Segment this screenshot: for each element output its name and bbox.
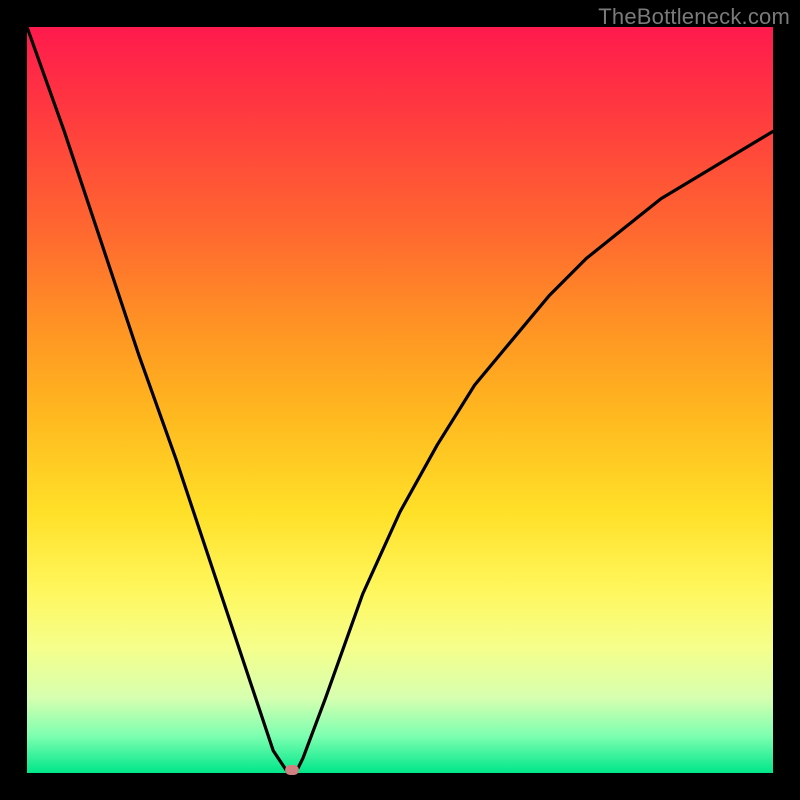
plot-area <box>27 27 773 773</box>
optimal-marker <box>285 765 299 775</box>
bottleneck-curve <box>27 27 773 773</box>
chart-frame: TheBottleneck.com <box>0 0 800 800</box>
